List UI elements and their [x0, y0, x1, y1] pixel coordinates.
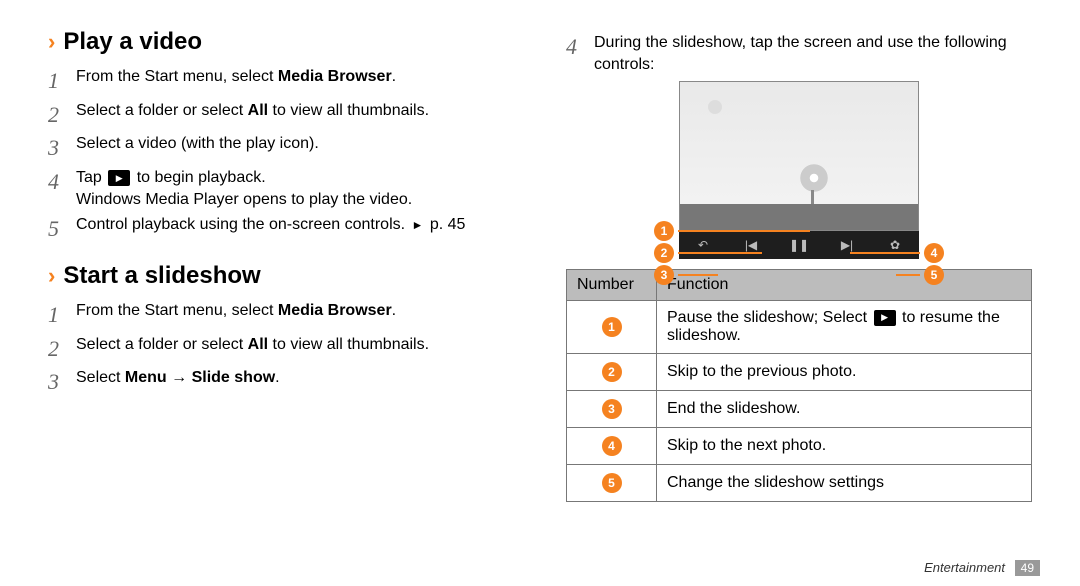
table-header-row: Number Function	[567, 270, 1032, 301]
bold-term: Media Browser	[278, 68, 392, 85]
step-number: 3	[48, 367, 76, 397]
footer-section: Entertainment	[924, 560, 1005, 575]
table-row: 3 End the slideshow.	[567, 391, 1032, 428]
cell-function: Change the slideshow settings	[657, 465, 1032, 502]
start-slideshow-steps: 1From the Start menu, select Media Brows…	[48, 300, 514, 397]
callout-badge: 1	[654, 221, 674, 241]
cell-function: End the slideshow.	[657, 391, 1032, 428]
page: › Play a video 1From the Start menu, sel…	[0, 0, 1080, 586]
step-body: From the Start menu, select Media Browse…	[76, 66, 514, 88]
step-number: 1	[48, 300, 76, 330]
step-body: From the Start menu, select Media Browse…	[76, 300, 514, 322]
col-number: Number	[567, 270, 657, 301]
cell-number: 1	[567, 301, 657, 354]
row-badge: 4	[602, 436, 622, 456]
step-number: 4	[566, 32, 594, 62]
callout-3: 3	[654, 265, 718, 285]
bold-term: All	[248, 102, 268, 119]
step-body: Tap to begin playback.Windows Media Play…	[76, 167, 514, 210]
table-row: 2 Skip to the previous photo.	[567, 354, 1032, 391]
footer-page-number: 49	[1015, 560, 1040, 576]
step-body: Select a folder or select All to view al…	[76, 334, 514, 356]
play-icon	[874, 310, 896, 326]
row-badge: 3	[602, 399, 622, 419]
step-number: 4	[48, 167, 76, 197]
cell-number: 4	[567, 428, 657, 465]
callout-badge: 2	[654, 243, 674, 263]
page-footer: Entertainment 49	[924, 560, 1040, 576]
row-badge: 2	[602, 362, 622, 382]
callout-leader	[850, 252, 920, 254]
chevron-icon: ›	[48, 263, 55, 289]
table-row: 5 Change the slideshow settings	[567, 465, 1032, 502]
cell-function: Skip to the previous photo.	[657, 354, 1032, 391]
left-column: › Play a video 1From the Start menu, sel…	[38, 28, 540, 576]
step-number: 2	[48, 334, 76, 364]
slideshow-figure: ↶|◀❚❚▶|✿ 1 2 3 4	[664, 81, 934, 259]
callout-5: 5	[896, 265, 944, 285]
callout-layer: 1 2 3 4 5	[664, 81, 934, 259]
heading-play-video: › Play a video	[48, 28, 514, 56]
heading-text: Play a video	[63, 28, 202, 56]
callout-4: 4	[850, 243, 944, 263]
step-number: 2	[48, 100, 76, 130]
callout-badge: 5	[924, 265, 944, 285]
bold-term: Media Browser	[278, 302, 392, 319]
callout-leader	[896, 274, 920, 276]
reference-arrow-icon	[410, 216, 426, 233]
step-number: 1	[48, 66, 76, 96]
step-item: 3Select Menu → Slide show.	[48, 367, 514, 397]
step-body: During the slideshow, tap the screen and…	[594, 32, 1032, 75]
cell-number: 2	[567, 354, 657, 391]
cell-number: 5	[567, 465, 657, 502]
callout-leader	[678, 230, 810, 232]
callout-1: 1	[654, 221, 810, 241]
callout-badge: 4	[924, 243, 944, 263]
step-item: 4Tap to begin playback.Windows Media Pla…	[48, 167, 514, 210]
step-body: Select a video (with the play icon).	[76, 133, 514, 155]
table-row: 4 Skip to the next photo.	[567, 428, 1032, 465]
step-body: Select Menu → Slide show.	[76, 367, 514, 389]
cell-number: 3	[567, 391, 657, 428]
step-number: 3	[48, 133, 76, 163]
step-item: 2Select a folder or select All to view a…	[48, 334, 514, 364]
table-row: 1 Pause the slideshow; Select to resume t…	[567, 301, 1032, 354]
heading-start-slideshow: › Start a slideshow	[48, 262, 514, 290]
cell-function: Pause the slideshow; Select to resume th…	[657, 301, 1032, 354]
callout-leader	[678, 274, 718, 276]
step-item: 1From the Start menu, select Media Brows…	[48, 66, 514, 96]
row-badge: 5	[602, 473, 622, 493]
slideshow-controls-step: 4 During the slideshow, tap the screen a…	[566, 32, 1032, 75]
step-item: 4 During the slideshow, tap the screen a…	[566, 32, 1032, 75]
step-number: 5	[48, 214, 76, 244]
cell-function: Skip to the next photo.	[657, 428, 1032, 465]
bold-term: Menu → Slide show	[125, 369, 275, 386]
heading-text: Start a slideshow	[63, 262, 260, 290]
row-badge: 1	[602, 317, 622, 337]
right-column: 4 During the slideshow, tap the screen a…	[540, 28, 1042, 576]
callout-2: 2	[654, 243, 762, 263]
chevron-icon: ›	[48, 29, 55, 55]
step-item: 5Control playback using the on-screen co…	[48, 214, 514, 244]
play-video-steps: 1From the Start menu, select Media Brows…	[48, 66, 514, 244]
step-item: 1From the Start menu, select Media Brows…	[48, 300, 514, 330]
callout-leader	[678, 252, 762, 254]
play-icon	[108, 170, 130, 186]
step-item: 3Select a video (with the play icon).	[48, 133, 514, 163]
step-body: Select a folder or select All to view al…	[76, 100, 514, 122]
step-body: Control playback using the on-screen con…	[76, 214, 514, 236]
bold-term: All	[248, 336, 268, 353]
function-table: Number Function 1 Pause the slideshow; Se…	[566, 269, 1032, 502]
step-item: 2Select a folder or select All to view a…	[48, 100, 514, 130]
callout-badge: 3	[654, 265, 674, 285]
